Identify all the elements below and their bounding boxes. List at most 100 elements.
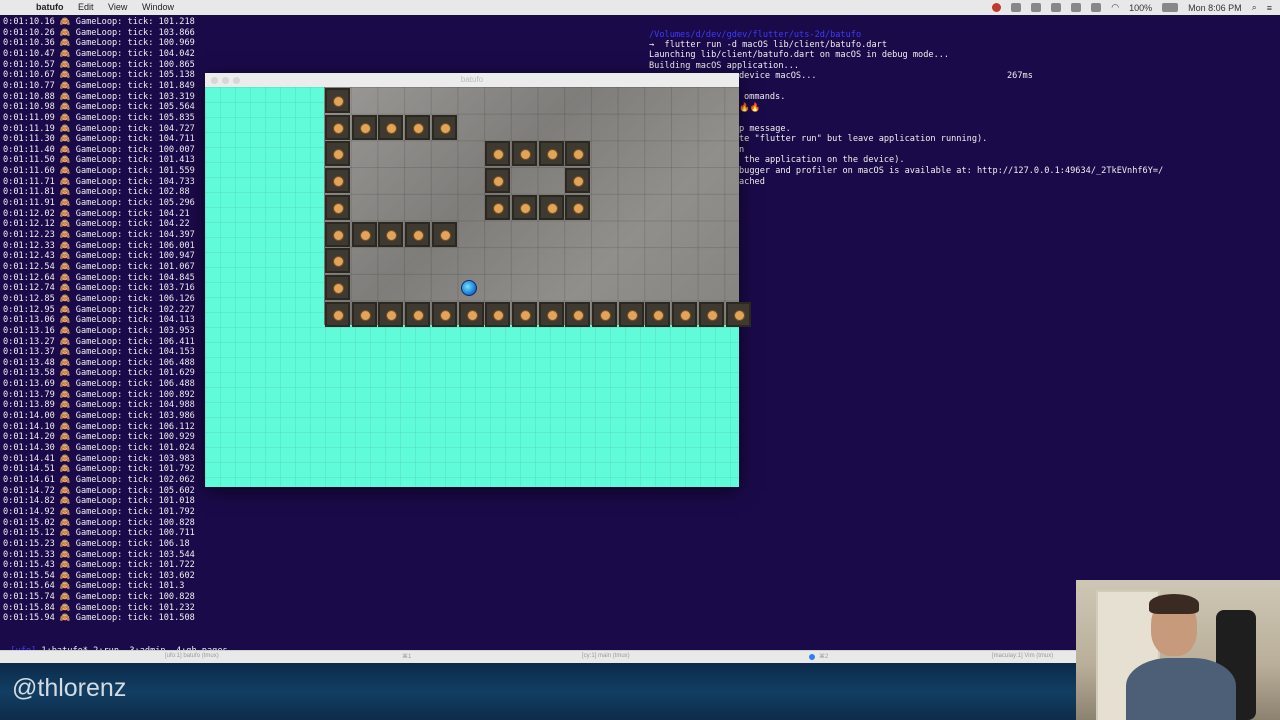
log-line: 0:01:10.16 🙈 GameLoop: tick: 101.218 [3,17,195,27]
log-line: 0:01:15.12 🙈 GameLoop: tick: 100.711 [3,528,195,539]
wall-block-icon [378,301,404,327]
terminal-command: → flutter run -d macOS lib/client/batufo… [649,40,887,50]
game-window-title: batufo [460,75,484,84]
log-line: 0:01:10.57 🙈 GameLoop: tick: 100.865 [3,59,195,70]
menu-bar: batufo Edit View Window ◠ 100% Mon 8:06 … [0,0,1280,16]
display-icon[interactable] [1011,3,1022,12]
log-line: 0:01:13.37 🙈 GameLoop: tick: 104.153 [3,347,195,358]
terminal-debugger: bugger and profiler on macOS is availabl… [739,166,1164,176]
battery-icon[interactable] [1162,3,1179,12]
wall-block-icon [325,221,350,247]
wall-block-icon [405,301,431,327]
game-canvas[interactable] [205,87,751,487]
log-line: 0:01:12.64 🙈 GameLoop: tick: 104.845 [3,272,195,283]
log-line: 0:01:14.10 🙈 GameLoop: tick: 106.112 [3,421,195,432]
wall-block-icon [485,194,511,220]
log-line: 0:01:10.77 🙈 GameLoop: tick: 101.849 [3,80,195,91]
tab-main[interactable]: [cy:1] main (tmux) [582,653,630,659]
menu-edit[interactable]: Edit [78,2,94,12]
log-line: 0:01:13.16 🙈 GameLoop: tick: 103.953 [3,325,195,336]
log-line: 0:01:10.67 🙈 GameLoop: tick: 105.138 [3,70,195,81]
webcam-overlay [1076,580,1280,720]
log-line: 0:01:14.41 🙈 GameLoop: tick: 103.983 [3,453,195,464]
share-icon[interactable] [1031,3,1042,12]
tab-batufo[interactable]: [ufo:1] batufo (tmux) [165,653,219,659]
log-line: 0:01:14.20 🙈 GameLoop: tick: 100.929 [3,432,195,443]
wifi-icon[interactable]: ◠ [1111,2,1119,13]
terminal-detach: te "flutter run" but leave application r… [739,134,988,144]
log-line: 0:01:10.47 🙈 GameLoop: tick: 104.042 [3,48,195,59]
menu-clock[interactable]: Mon 8:06 PM [1188,3,1242,13]
wall-block-icon [725,301,751,327]
log-line: 0:01:11.40 🙈 GameLoop: tick: 100.007 [3,144,195,155]
log-line: 0:01:15.33 🙈 GameLoop: tick: 103.544 [3,549,195,560]
wall-block-icon [378,114,404,140]
wall-block-icon [325,141,350,167]
log-line: 0:01:14.72 🙈 GameLoop: tick: 105.602 [3,485,195,496]
log-line: 0:01:12.43 🙈 GameLoop: tick: 100.947 [3,251,195,262]
log-line: 0:01:11.30 🙈 GameLoop: tick: 104.711 [3,134,195,145]
log-line: 0:01:15.64 🙈 GameLoop: tick: 101.3 [3,581,185,592]
wall-block-icon [698,301,724,327]
dropbox-icon[interactable] [1071,3,1082,12]
menu-list-icon[interactable]: ≡ [1267,3,1272,13]
terminal-quit: the application on the device). [739,155,905,165]
wall-block-icon [485,301,511,327]
wall-block-icon [672,301,698,327]
terminal-build-time: 267ms [1007,71,1033,81]
game-window-titlebar[interactable]: batufo [205,73,739,88]
log-line: 0:01:13.27 🙈 GameLoop: tick: 106.411 [3,336,195,347]
menu-app-name[interactable]: batufo [36,2,64,12]
terminal-path: /Volumes/d/dev/gdev/flutter/uts-2d/batuf… [649,30,862,40]
search-icon[interactable]: ⌕ [1252,2,1257,13]
terminal-launching: Launching lib/client/batufo.dart on macO… [649,50,950,60]
log-line: 0:01:14.82 🙈 GameLoop: tick: 101.018 [3,496,195,507]
terminal-fire: 🔥🔥 [739,103,761,113]
wall-block-icon [351,114,377,140]
log-line: 0:01:11.91 🙈 GameLoop: tick: 105.296 [3,198,195,209]
log-line: 0:01:11.71 🙈 GameLoop: tick: 104.733 [3,176,195,187]
log-line: 0:01:15.54 🙈 GameLoop: tick: 103.602 [3,570,195,581]
wall-block-icon [618,301,644,327]
game-window[interactable]: batufo [205,73,751,487]
wall-block-icon [565,168,591,194]
log-line: 0:01:12.54 🙈 GameLoop: tick: 101.067 [3,261,195,272]
menu-status-area: ◠ 100% Mon 8:06 PM ⌕ ≡ [992,2,1272,13]
wall-block-icon [645,301,671,327]
log-line: 0:01:11.09 🙈 GameLoop: tick: 105.835 [3,112,195,123]
wall-block-icon [325,301,350,327]
player-ship-icon [461,280,477,296]
webcam-person-body [1126,658,1236,720]
wall-block-icon [538,301,564,327]
webcam-person-hair [1149,594,1199,614]
wall-block-icon [325,194,350,220]
menu-window[interactable]: Window [142,2,174,12]
wall-block-icon [431,114,457,140]
wall-block-icon [485,141,511,167]
terminal-n: n [739,145,745,155]
log-line: 0:01:10.36 🙈 GameLoop: tick: 100.969 [3,38,195,49]
wall-block-icon [325,274,350,300]
menu-view[interactable]: View [108,2,127,12]
wall-block-icon [511,141,537,167]
wall-block-icon [592,301,617,327]
wall-block-icon [378,221,404,247]
log-line: 0:01:13.89 🙈 GameLoop: tick: 104.988 [3,400,195,411]
log-line: 0:01:12.85 🙈 GameLoop: tick: 106.126 [3,293,195,304]
wall-block-icon [405,221,431,247]
log-line: 0:01:11.19 🙈 GameLoop: tick: 104.727 [3,123,195,134]
log-line: 0:01:14.00 🙈 GameLoop: tick: 103.986 [3,411,195,422]
tab-batufo-shortcut: ⌘1 [402,654,412,660]
wall-block-icon [538,141,564,167]
log-line: 0:01:15.43 🙈 GameLoop: tick: 101.722 [3,560,195,571]
user-avatar-icon[interactable] [992,3,1002,12]
cloud-icon[interactable] [1051,3,1062,12]
tab-vim[interactable]: [maculay:1] Vim (tmux) [992,653,1053,659]
sound-icon[interactable] [1091,3,1102,12]
wall-block-icon [405,114,431,140]
log-line: 0:01:12.02 🙈 GameLoop: tick: 104.21 [3,208,190,219]
wall-block-icon [431,221,457,247]
log-line: 0:01:12.33 🙈 GameLoop: tick: 106.001 [3,240,195,251]
log-line: 0:01:11.81 🙈 GameLoop: tick: 102.88 [3,187,190,198]
log-line: 0:01:13.58 🙈 GameLoop: tick: 101.629 [3,368,195,379]
